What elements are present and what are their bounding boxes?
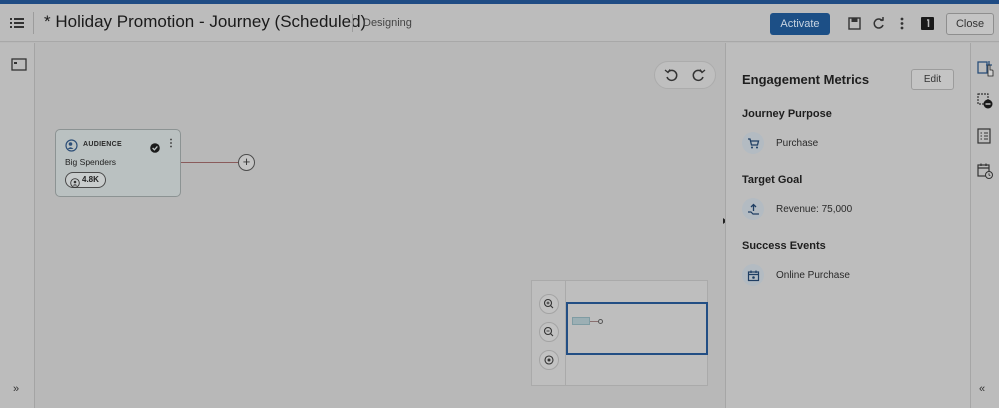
fit-view-icon[interactable] xyxy=(539,350,559,370)
event-icon xyxy=(742,264,764,286)
refresh-icon[interactable] xyxy=(870,15,886,31)
panel-title: Engagement Metrics xyxy=(742,72,870,87)
node-name: Big Spenders xyxy=(65,157,117,167)
more-icon[interactable] xyxy=(894,15,910,31)
undo-icon[interactable] xyxy=(664,68,678,82)
edit-button[interactable]: Edit xyxy=(911,69,954,90)
save-icon[interactable] xyxy=(846,15,862,31)
collapse-right-icon[interactable]: « xyxy=(979,383,985,395)
undo-redo-group xyxy=(654,61,716,89)
notification-icon[interactable] xyxy=(919,15,935,31)
engagement-metrics-icon[interactable] xyxy=(977,59,994,77)
people-icon xyxy=(70,175,80,188)
node-type-label: AUDIENCE xyxy=(83,141,122,148)
expand-left-icon[interactable]: » xyxy=(13,383,19,395)
checklist-icon[interactable] xyxy=(977,128,993,144)
goal-value: Revenue: 75,000 xyxy=(776,204,853,215)
left-rail: » xyxy=(0,43,35,408)
zoom-controls xyxy=(532,281,566,385)
check-icon xyxy=(150,140,160,153)
redo-icon[interactable] xyxy=(692,68,706,82)
title-divider xyxy=(352,14,353,32)
node-connector xyxy=(181,162,238,163)
section-title-purpose: Journey Purpose xyxy=(742,108,832,120)
page-title: * Holiday Promotion - Journey (Scheduled… xyxy=(44,12,367,31)
add-node-button[interactable]: + xyxy=(238,154,255,171)
zoom-out-icon[interactable] xyxy=(539,322,559,342)
minimap-add-dot xyxy=(598,319,603,324)
list-icon[interactable] xyxy=(10,16,24,28)
app-header: * Holiday Promotion - Journey (Scheduled… xyxy=(0,4,999,42)
status-label: Designing xyxy=(363,17,412,29)
minimap xyxy=(531,280,708,386)
section-title-goal: Target Goal xyxy=(742,174,803,186)
node-count-badge: 4.8K xyxy=(65,172,106,188)
schedule-icon[interactable] xyxy=(977,163,993,179)
header-divider xyxy=(33,12,34,34)
cart-icon xyxy=(742,132,764,154)
events-value: Online Purchase xyxy=(776,270,850,281)
minimap-node xyxy=(572,317,590,325)
purpose-value: Purchase xyxy=(776,138,819,149)
audience-node[interactable]: AUDIENCE ⋮ Big Spenders 4.8K xyxy=(55,129,181,197)
minimap-viewport[interactable] xyxy=(566,302,708,355)
image-icon[interactable] xyxy=(11,58,27,72)
right-rail: « xyxy=(970,43,999,408)
node-more-icon[interactable]: ⋮ xyxy=(166,138,176,149)
section-title-events: Success Events xyxy=(742,240,826,252)
remove-item-icon[interactable] xyxy=(977,93,993,109)
engagement-metrics-panel: Engagement Metrics Edit Journey Purpose … xyxy=(725,43,970,408)
node-count-value: 4.8K xyxy=(82,175,99,184)
upload-hand-icon xyxy=(742,198,764,220)
close-button[interactable]: Close xyxy=(946,13,994,35)
zoom-in-icon[interactable] xyxy=(539,294,559,314)
activate-button[interactable]: Activate xyxy=(770,13,830,35)
audience-icon xyxy=(65,139,78,152)
